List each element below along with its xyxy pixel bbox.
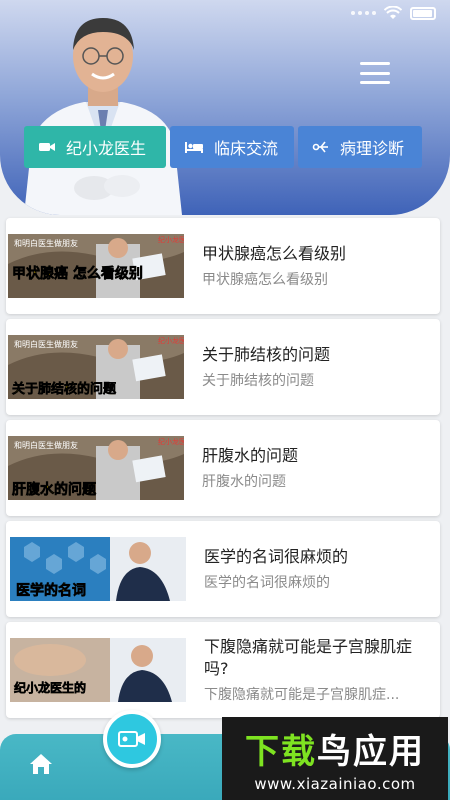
video-icon [118, 731, 145, 747]
thumb-caption: 甲状腺癌 怎么看级别 [12, 265, 143, 282]
thumb-caption-top: 和明白医生做朋友 [14, 339, 78, 349]
list-item-title: 甲状腺癌怎么看级别 [202, 244, 347, 263]
list-item-title: 医学的名词很麻烦的 [204, 547, 349, 566]
watermark-brand-green: 下载 [245, 732, 317, 772]
list-item[interactable]: 和明白医生做朋友 纪小龙医生 甲状腺癌 怎么看级别 甲状腺癌怎么看级别 甲状腺癌… [6, 218, 440, 314]
thumb-caption: 关于肺结核的问题 [12, 381, 117, 397]
video-thumbnail: 医学的名词 [10, 537, 186, 601]
thumb-caption: 医学的名词 [16, 582, 86, 599]
video-thumbnail: 和明白医生做朋友 纪小龙医生 甲状腺癌 怎么看级别 [8, 234, 184, 298]
status-bar [351, 6, 436, 20]
list-item[interactable]: 医学的名词 医学的名词很麻烦的 医学的名词很麻烦的 [6, 521, 440, 617]
battery-icon [410, 6, 436, 20]
thumb-tag: 纪小龙医生 [158, 235, 184, 244]
thumb-caption-top: 和明白医生做朋友 [14, 238, 78, 248]
list-item[interactable]: 纪小龙医生的 下腹隐痛就可能是子宫腺肌症吗? 下腹隐痛就可能是子宫腺肌症... [6, 622, 440, 718]
thumb-caption: 纪小龙医生的 [14, 680, 86, 695]
list-item[interactable]: 和明白医生做朋友 纪小龙医生 肝腹水的问题 肝腹水的问题 肝腹水的问题 [6, 420, 440, 516]
list-item-subtitle: 医学的名词很麻烦的 [204, 575, 330, 591]
thumb-caption: 肝腹水的问题 [12, 481, 97, 498]
article-list: 和明白医生做朋友 纪小龙医生 甲状腺癌 怎么看级别 甲状腺癌怎么看级别 甲状腺癌… [6, 218, 440, 723]
microscope-icon [312, 141, 328, 153]
doctor-portrait [24, 18, 182, 215]
list-item-title: 关于肺结核的问题 [202, 345, 331, 364]
list-item-subtitle: 下腹隐痛就可能是子宫腺肌症... [204, 687, 400, 703]
list-item-title: 下腹隐痛就可能是子宫腺肌症吗? [204, 637, 413, 678]
video-thumbnail: 和明白医生做朋友 纪小龙医生 肝腹水的问题 [8, 436, 184, 500]
bed-icon [185, 142, 203, 153]
header-banner [0, 0, 450, 215]
tab-label: 纪小龙医生 [66, 139, 147, 158]
video-fab-button[interactable] [103, 710, 161, 768]
thumb-tag: 纪小龙医生 [158, 437, 184, 446]
signal-dots-icon [351, 11, 376, 15]
tab-label: 病理诊断 [340, 139, 405, 158]
tab-doctor[interactable]: 纪小龙医生 [24, 126, 166, 168]
tab-label: 临床交流 [214, 139, 279, 158]
tab-pathology[interactable]: 病理诊断 [298, 126, 422, 168]
menu-button[interactable] [360, 62, 390, 84]
wifi-icon [384, 6, 402, 19]
watermark-url: www.xiazainiao.com [254, 775, 416, 793]
list-item-subtitle: 肝腹水的问题 [202, 474, 286, 490]
watermark-brand-white: 鸟应用 [317, 732, 425, 772]
video-thumbnail: 纪小龙医生的 [10, 638, 186, 702]
home-icon[interactable] [28, 752, 54, 776]
tab-clinical[interactable]: 临床交流 [170, 126, 294, 168]
list-item-subtitle: 关于肺结核的问题 [202, 373, 314, 389]
thumb-tag: 纪小龙医生 [158, 336, 184, 345]
list-item-title: 肝腹水的问题 [202, 446, 299, 465]
category-tabs: 纪小龙医生 临床交流 病理诊断 [24, 126, 422, 168]
list-item[interactable]: 和明白医生做朋友 纪小龙医生 关于肺结核的问题 关于肺结核的问题 关于肺结核的问… [6, 319, 440, 415]
thumb-caption-top: 和明白医生做朋友 [14, 440, 78, 450]
video-thumbnail: 和明白医生做朋友 纪小龙医生 关于肺结核的问题 [8, 335, 184, 399]
video-camera-icon [39, 143, 55, 151]
list-item-subtitle: 甲状腺癌怎么看级别 [202, 272, 328, 288]
watermark-logo: 下载鸟应用 www.xiazainiao.com [222, 717, 448, 800]
